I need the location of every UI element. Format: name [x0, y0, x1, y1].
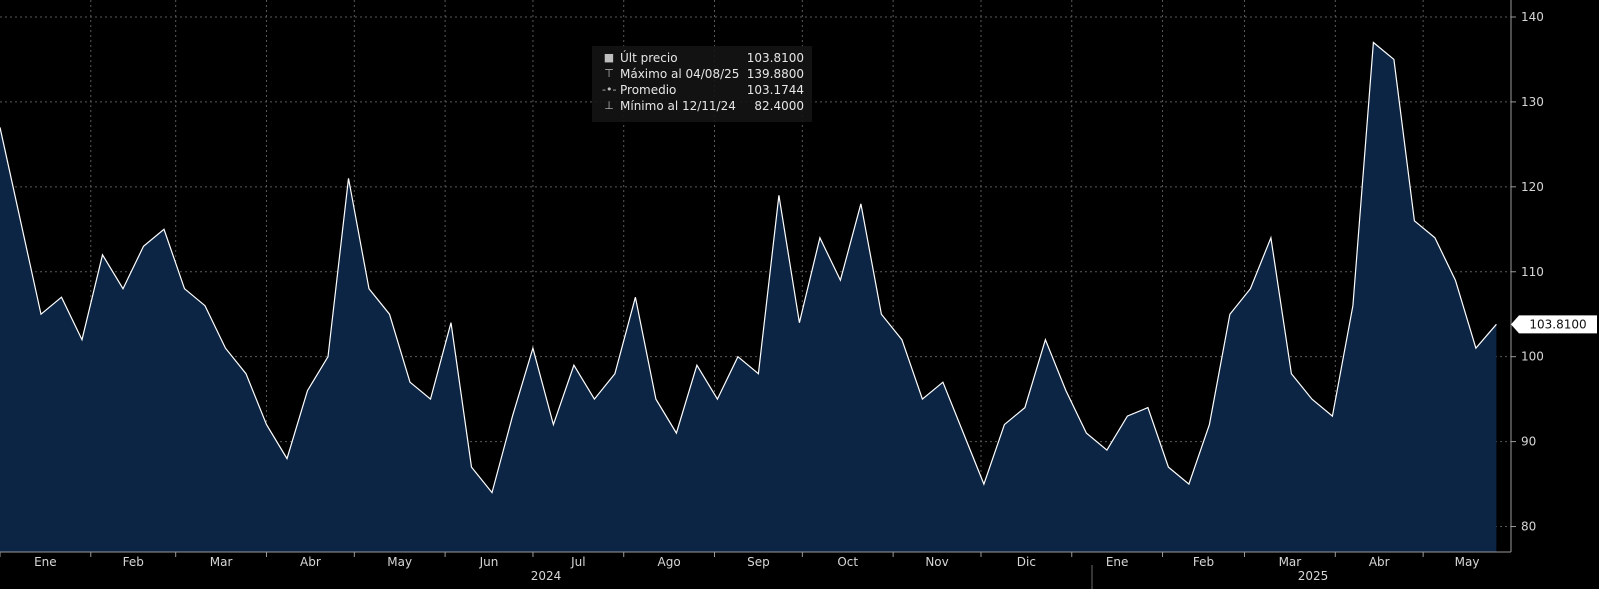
x-tick-label: Dic	[1017, 555, 1036, 569]
min-marker-icon: ⊥	[604, 99, 614, 112]
legend-min-label: Mínimo al 12/11/24	[620, 99, 736, 113]
legend-max-label: Máximo al 04/08/25	[620, 67, 740, 81]
chart-legend: ■ Últ precio 103.8100 ⊤ Máximo al 04/08/…	[592, 46, 812, 122]
legend-row-avg: -•- Promedio 103.1744	[602, 82, 804, 98]
last-price-badge: 103.8100	[1511, 315, 1597, 334]
y-tick-label: 100	[1521, 350, 1544, 364]
x-tick-label: Abr	[1369, 555, 1390, 569]
y-tick-label: 90	[1521, 435, 1536, 449]
x-tick-label: Ago	[658, 555, 681, 569]
x-tick-label: Ene	[1106, 555, 1129, 569]
legend-last-label: Últ precio	[620, 51, 678, 65]
x-tick-label: Jul	[570, 555, 585, 569]
legend-min-value: 82.4000	[754, 99, 804, 113]
max-marker-icon: ⊤	[604, 67, 614, 80]
x-axis-ticks: Ene Feb Mar Abr May Jun Jul Ago Sep Oct Nov Dic Ene F…	[0, 552, 1479, 569]
x-tick-label: Feb	[1193, 555, 1214, 569]
filled-square-icon: ■	[603, 51, 615, 64]
x-tick-label: May	[1455, 555, 1480, 569]
y-tick-label: 110	[1521, 265, 1544, 279]
legend-max-value: 139.8800	[746, 67, 804, 81]
y-axis-ticks: 80 90 100 110 120 130 140	[1511, 10, 1544, 534]
legend-last-value: 103.8100	[746, 51, 804, 65]
year-label-2024: 2024	[531, 569, 562, 583]
x-tick-label: Sep	[747, 555, 770, 569]
x-tick-label: May	[387, 555, 412, 569]
avg-marker-icon: -•-	[602, 83, 617, 96]
x-tick-label: Abr	[300, 555, 321, 569]
y-tick-label: 120	[1521, 180, 1544, 194]
y-tick-label: 130	[1521, 95, 1544, 109]
x-tick-label: Ene	[34, 555, 57, 569]
x-tick-label: Feb	[123, 555, 144, 569]
legend-avg-label: Promedio	[620, 83, 677, 97]
year-label-2025: 2025	[1298, 569, 1329, 583]
legend-row-max: ⊤ Máximo al 04/08/25 139.8800	[602, 66, 804, 82]
x-tick-label: Nov	[925, 555, 948, 569]
x-tick-label: Jun	[479, 555, 499, 569]
legend-avg-value: 103.1744	[746, 83, 804, 97]
x-tick-label: Mar	[1279, 555, 1302, 569]
legend-row-min: ⊥ Mínimo al 12/11/24 82.4000	[602, 98, 804, 114]
y-tick-label: 140	[1521, 10, 1544, 24]
legend-row-last: ■ Últ precio 103.8100	[602, 50, 804, 66]
y-tick-label: 80	[1521, 520, 1536, 534]
x-tick-label: Mar	[210, 555, 233, 569]
last-price-badge-text: 103.8100	[1529, 317, 1586, 331]
x-tick-label: Oct	[837, 555, 858, 569]
